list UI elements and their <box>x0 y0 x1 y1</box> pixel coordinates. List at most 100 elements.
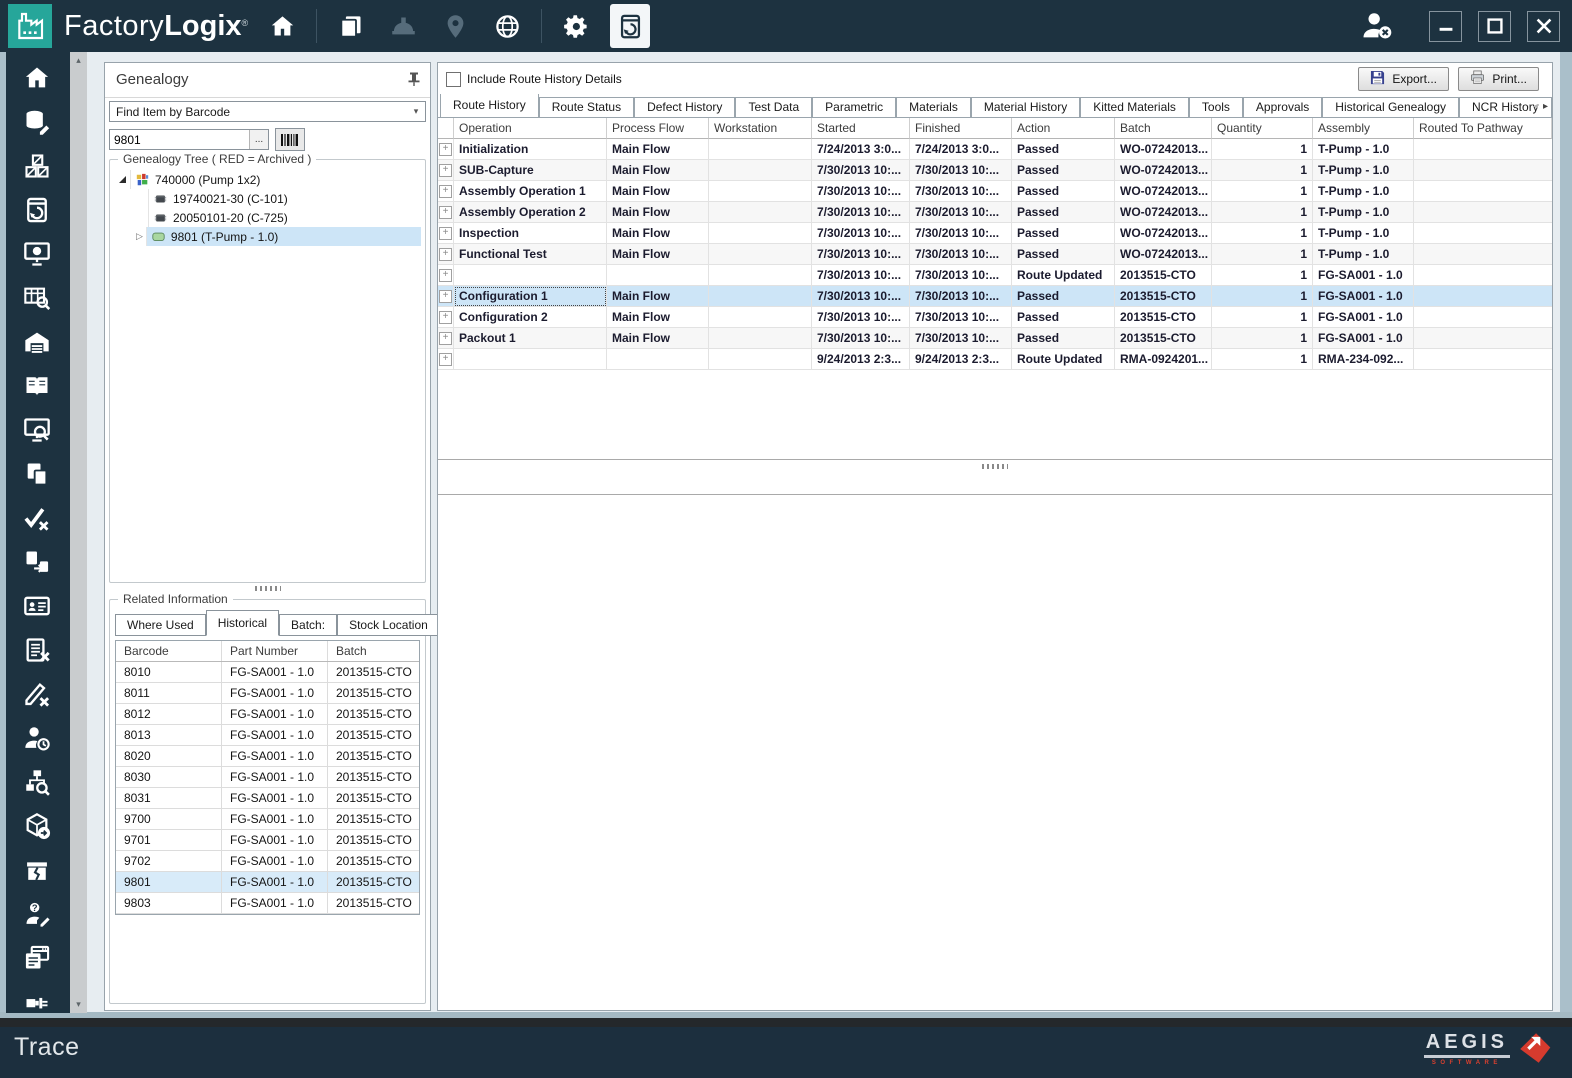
tab-materials[interactable]: Materials <box>896 97 971 117</box>
column-header-started[interactable]: Started <box>812 118 910 139</box>
sidebar-dashboard-icon[interactable] <box>23 240 53 268</box>
expanded-icon[interactable] <box>119 176 126 183</box>
sidebar-data-edit-icon[interactable] <box>23 108 53 136</box>
tab-scroll-right-icon[interactable]: ▸ <box>1543 101 1548 112</box>
expand-plus-icon[interactable]: + <box>439 185 452 198</box>
table-row[interactable]: +Assembly Operation 1Main Flow7/30/2013 … <box>438 181 1552 202</box>
globe-icon[interactable] <box>489 8 525 44</box>
column-header-batch[interactable]: Batch <box>1115 118 1212 139</box>
sidebar-blocks-icon[interactable] <box>23 152 53 180</box>
related-row[interactable]: 8030FG-SA001 - 1.02013515-CTO <box>116 767 419 788</box>
table-row[interactable]: +Configuration 1Main Flow7/30/2013 10:..… <box>438 286 1552 307</box>
home-icon[interactable] <box>264 8 300 44</box>
column-header-workstation[interactable]: Workstation <box>709 118 812 139</box>
tab-historical-genealogy[interactable]: Historical Genealogy <box>1322 97 1459 117</box>
tab-tools[interactable]: Tools <box>1189 97 1243 117</box>
scroll-up-icon[interactable]: ▴ <box>70 55 87 66</box>
sidebar-browser-pages-icon[interactable] <box>23 944 53 972</box>
related-row[interactable]: 9701FG-SA001 - 1.02013515-CTO <box>116 830 419 851</box>
related-row[interactable]: 8020FG-SA001 - 1.02013515-CTO <box>116 746 419 767</box>
export-button[interactable]: Export... <box>1358 67 1449 91</box>
table-row[interactable]: +InitializationMain Flow7/24/2013 3:0...… <box>438 139 1552 160</box>
sidebar-check-x-icon[interactable] <box>23 504 53 532</box>
column-header-routed-to-pathway[interactable]: Routed To Pathway <box>1414 118 1552 139</box>
expand-plus-icon[interactable]: + <box>439 206 452 219</box>
tab-kitted-materials[interactable]: Kitted Materials <box>1080 97 1189 117</box>
sidebar-pages-icon[interactable] <box>23 460 53 488</box>
sidebar-trace-book-icon[interactable] <box>23 196 53 224</box>
expand-plus-icon[interactable]: + <box>439 269 452 282</box>
maximize-button[interactable] <box>1478 11 1511 42</box>
expand-plus-icon[interactable]: + <box>439 227 452 240</box>
sidebar-plug-icon[interactable] <box>23 988 53 1013</box>
tree-item[interactable]: 19740021-30 (C-101) <box>114 189 421 208</box>
tab-parametric[interactable]: Parametric <box>812 97 896 117</box>
close-button[interactable] <box>1527 11 1560 42</box>
related-row[interactable]: 8013FG-SA001 - 1.02013515-CTO <box>116 725 419 746</box>
expand-plus-icon[interactable]: + <box>439 164 452 177</box>
scroll-down-icon[interactable]: ▾ <box>70 999 87 1010</box>
column-header-process-flow[interactable]: Process Flow <box>607 118 709 139</box>
tab-material-history[interactable]: Material History <box>971 97 1080 117</box>
sidebar-id-card-icon[interactable] <box>23 592 53 620</box>
tab-route-status[interactable]: Route Status <box>539 97 634 117</box>
settings-gear-icon[interactable] <box>558 8 594 44</box>
table-row[interactable]: +SUB-CaptureMain Flow7/30/2013 10:...7/3… <box>438 160 1552 181</box>
tab-defect-history[interactable]: Defect History <box>634 97 735 117</box>
tree-item[interactable]: ▷9801 (T-Pump - 1.0) <box>114 227 421 246</box>
related-row[interactable]: 8010FG-SA001 - 1.02013515-CTO <box>116 662 419 683</box>
include-details-checkbox[interactable] <box>446 72 461 87</box>
pin-icon[interactable] <box>406 71 422 87</box>
sidebar-flow-search-icon[interactable] <box>23 768 53 796</box>
sidebar-transfer-icon[interactable] <box>23 548 53 576</box>
table-row[interactable]: +7/30/2013 10:...7/30/2013 10:...Route U… <box>438 265 1552 286</box>
sidebar-home-icon[interactable] <box>23 64 53 92</box>
tree-item[interactable]: 740000 (Pump 1x2) <box>114 170 421 189</box>
column-header-quantity[interactable]: Quantity <box>1212 118 1313 139</box>
sidebar-person-edit-icon[interactable]: ? <box>23 900 53 928</box>
sidebar-monitor-search-icon[interactable] <box>23 416 53 444</box>
column-header-finished[interactable]: Finished <box>910 118 1012 139</box>
sidebar-scrollbar[interactable]: ▴ ▾ <box>70 52 87 1013</box>
table-row[interactable]: +Configuration 2Main Flow7/30/2013 10:..… <box>438 307 1552 328</box>
tree-item[interactable]: 20050101-20 (C-725) <box>114 208 421 227</box>
sidebar-person-clock-icon[interactable] <box>23 724 53 752</box>
tab-scroll-left-icon[interactable]: ◂ <box>1533 101 1538 112</box>
related-tab-stock-location[interactable]: Stock Location <box>337 614 440 636</box>
sidebar-clipboard-x-icon[interactable] <box>23 636 53 664</box>
related-tab-batch[interactable]: Batch: <box>279 614 337 636</box>
related-row[interactable]: 8011FG-SA001 - 1.02013515-CTO <box>116 683 419 704</box>
sidebar-ruler-x-icon[interactable] <box>23 680 53 708</box>
tab-approvals[interactable]: Approvals <box>1243 97 1322 117</box>
related-tab-where-used[interactable]: Where Used <box>115 614 206 636</box>
column-header-operation[interactable]: Operation <box>454 118 607 139</box>
expand-plus-icon[interactable]: + <box>439 290 452 303</box>
related-row[interactable]: 9803FG-SA001 - 1.02013515-CTO <box>116 893 419 914</box>
find-mode-dropdown[interactable]: Find Item by Barcode ▾ <box>109 101 426 122</box>
user-logout-icon[interactable] <box>1359 9 1395 43</box>
tab-test-data[interactable]: Test Data <box>735 97 812 117</box>
related-row[interactable]: 9700FG-SA001 - 1.02013515-CTO <box>116 809 419 830</box>
table-row[interactable]: +Packout 1Main Flow7/30/2013 10:...7/30/… <box>438 328 1552 349</box>
collapsed-icon[interactable]: ▷ <box>136 231 143 242</box>
barcode-search-input[interactable] <box>110 130 249 149</box>
column-header-action[interactable]: Action <box>1012 118 1115 139</box>
table-row[interactable]: +Assembly Operation 2Main Flow7/30/2013 … <box>438 202 1552 223</box>
expand-plus-icon[interactable]: + <box>439 353 452 366</box>
expand-plus-icon[interactable]: + <box>439 248 452 261</box>
related-row[interactable]: 9801FG-SA001 - 1.02013515-CTO <box>116 872 419 893</box>
barcode-scan-button[interactable] <box>275 128 305 151</box>
panel-splitter[interactable] <box>105 586 430 591</box>
sidebar-book-open-icon[interactable] <box>23 372 53 400</box>
browse-ellipsis-button[interactable]: ... <box>249 130 268 149</box>
sidebar-table-search-icon[interactable] <box>23 284 53 312</box>
tab-route-history[interactable]: Route History <box>440 94 539 117</box>
expand-plus-icon[interactable]: + <box>439 311 452 324</box>
expand-plus-icon[interactable]: + <box>439 332 452 345</box>
related-row[interactable]: 8012FG-SA001 - 1.02013515-CTO <box>116 704 419 725</box>
table-row[interactable]: +Functional TestMain Flow7/30/2013 10:..… <box>438 244 1552 265</box>
table-row[interactable]: +9/24/2013 2:3...9/24/2013 2:3...Route U… <box>438 349 1552 370</box>
print-button[interactable]: Print... <box>1458 67 1539 91</box>
copy-pages-icon[interactable] <box>333 8 369 44</box>
column-header-assembly[interactable]: Assembly <box>1313 118 1414 139</box>
